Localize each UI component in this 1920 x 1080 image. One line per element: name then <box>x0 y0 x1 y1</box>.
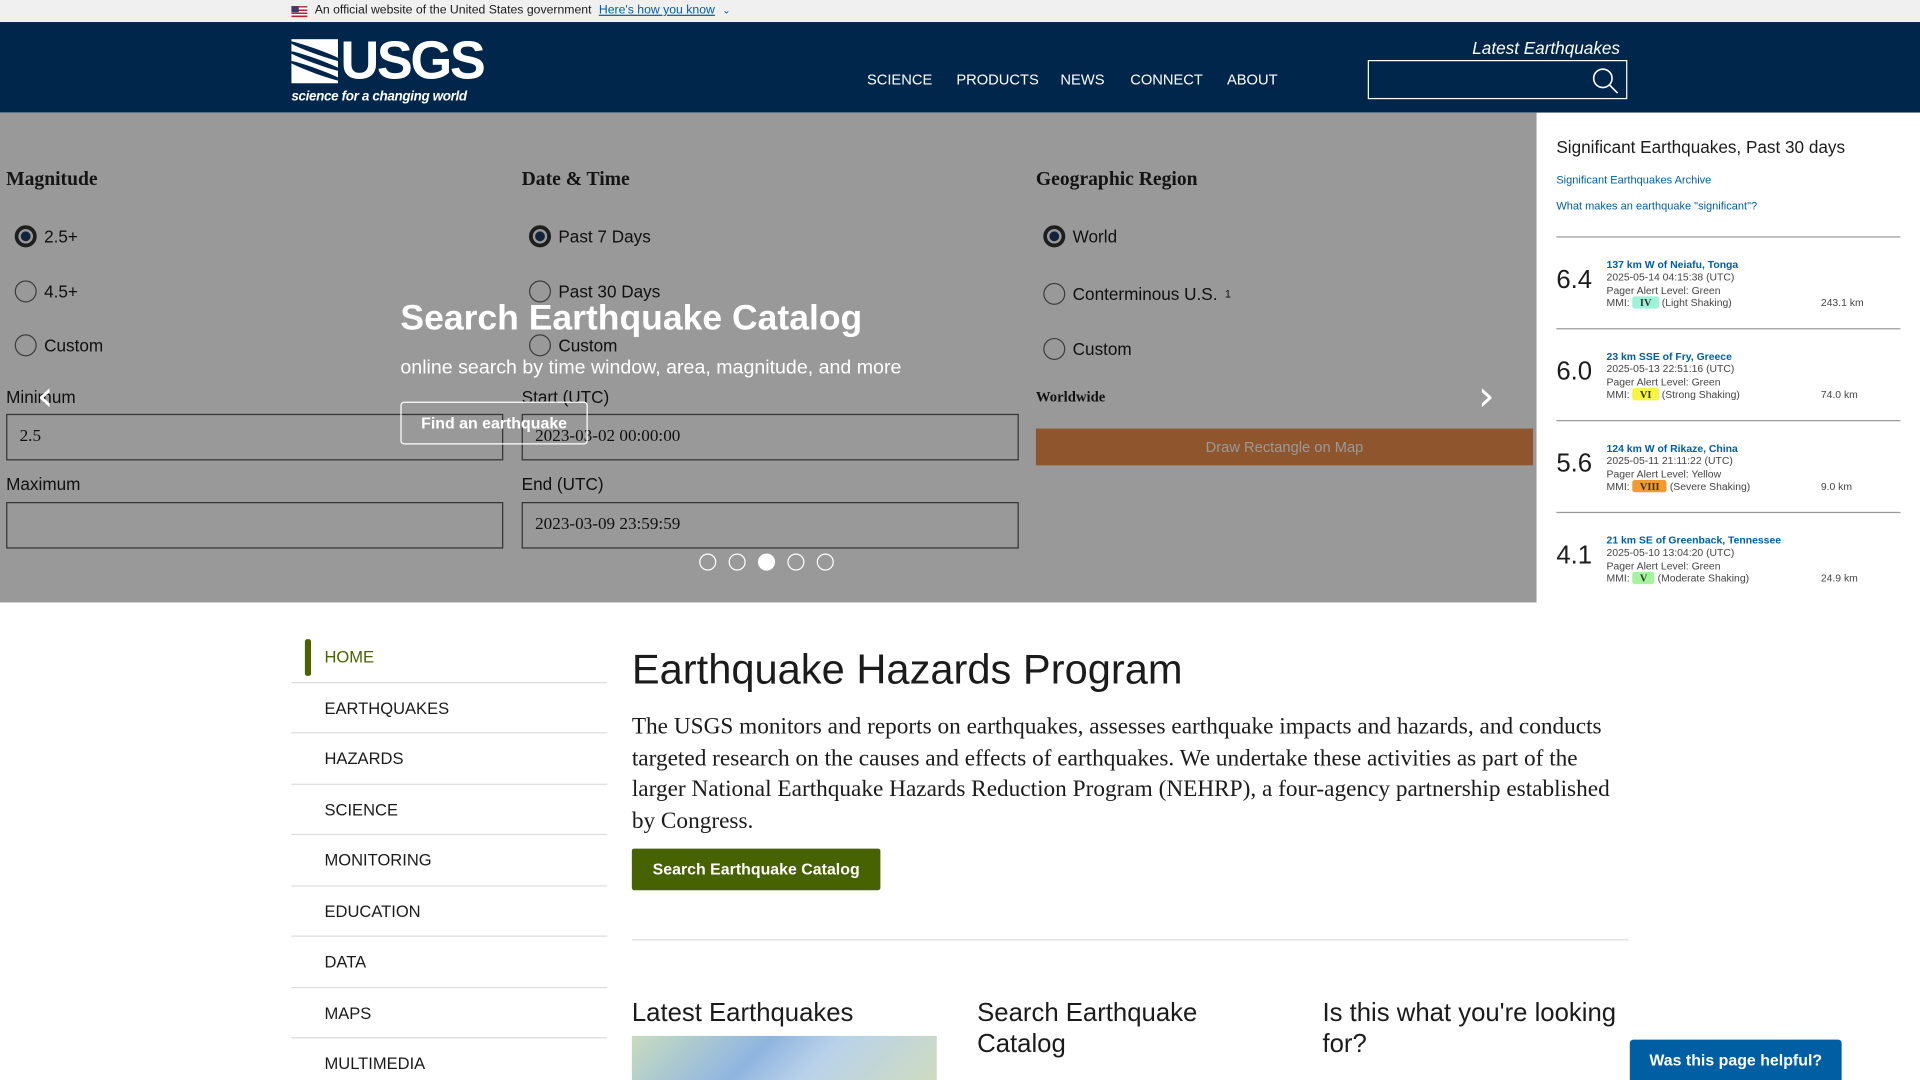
intro-text: The USGS monitors and reports on earthqu… <box>631 713 1610 834</box>
earthquake-title-link[interactable]: 23 km SSE of Fry, Greece <box>1607 350 1901 363</box>
nav-science[interactable]: SCIENCE <box>867 71 932 88</box>
hero-carousel: Magnitude Date & Time Geographic Region … <box>0 112 1537 603</box>
search-catalog-button[interactable]: Search Earthquake Catalog <box>631 849 881 891</box>
mmi-badge: V <box>1632 571 1655 585</box>
search-input[interactable] <box>1367 60 1628 100</box>
earthquake-map-thumbnail[interactable] <box>631 1035 937 1080</box>
page-title: Earthquake Hazards Program <box>631 646 1183 694</box>
chevron-right-icon[interactable]: › <box>1478 372 1495 421</box>
event-time: 2025-05-14 04:15:38 (UTC) <box>1606 270 1735 284</box>
chevron-left-icon[interactable]: ‹ <box>37 372 54 421</box>
slide-dot[interactable] <box>787 553 805 571</box>
sidebar-item-earthquakes[interactable]: EARTHQUAKES <box>291 683 608 734</box>
sidebar-item-data[interactable]: DATA <box>291 937 608 988</box>
sidebar-item-maps[interactable]: MAPS <box>291 988 608 1039</box>
nav-products[interactable]: PRODUCTS <box>956 71 1038 88</box>
depth: 243.1 km <box>1820 296 1864 309</box>
earthquake-item[interactable]: 4.1 21 km SE of Greenback, Tennessee 202… <box>1556 511 1901 604</box>
divider <box>631 939 1629 941</box>
gov-banner-text: An official website of the United States… <box>314 3 592 18</box>
slide-dot[interactable] <box>816 553 834 571</box>
archive-link[interactable]: Significant Earthquakes Archive <box>1556 174 1900 186</box>
pager-level: Pager Alert Level: Green <box>1606 559 1721 572</box>
latest-earthquakes-link[interactable]: Latest Earthquakes <box>1472 38 1620 58</box>
main-content: Earthquake Hazards Program The USGS moni… <box>631 646 1629 891</box>
sidebar-nav: HOME EARTHQUAKES HAZARDS SCIENCE MONITORING E… <box>291 632 608 1080</box>
significant-info-link[interactable]: What makes an earthquake "significant"? <box>1556 200 1900 212</box>
pager-level: Pager Alert Level: Yellow <box>1606 467 1722 480</box>
depth: 74.0 km <box>1820 388 1858 401</box>
slide-subtitle: online search by time window, area, magn… <box>400 357 902 379</box>
chevron-down-icon[interactable]: ⌄ <box>722 0 730 22</box>
depth: 9.0 km <box>1820 480 1853 493</box>
find-earthquake-button[interactable]: Find an earthquake <box>400 401 588 445</box>
us-flag-icon <box>291 5 308 17</box>
slide-title: Search Earthquake Catalog <box>400 298 863 338</box>
magnitude: 6.4 <box>1556 265 1593 294</box>
earthquake-title-link[interactable]: 21 km SE of Greenback, Tennessee <box>1607 534 1901 547</box>
sidebar-item-science[interactable]: SCIENCE <box>291 784 608 836</box>
nav-about[interactable]: ABOUT <box>1227 71 1278 88</box>
magnitude: 4.1 <box>1556 541 1593 570</box>
magnitude: 5.6 <box>1556 449 1593 478</box>
carousel-indicators <box>699 553 834 571</box>
sidebar-item-home[interactable]: HOME <box>291 632 608 683</box>
card-latest-earthquakes[interactable]: Latest Earthquakes <box>631 998 938 1080</box>
panel-title: Significant Earthquakes, Past 30 days <box>1556 137 1846 157</box>
sidebar-item-education[interactable]: EDUCATION <box>291 886 608 937</box>
event-time: 2025-05-13 22:51:16 (UTC) <box>1606 362 1735 376</box>
mmi-badge: IV <box>1632 296 1659 309</box>
depth: 24.9 km <box>1820 571 1858 585</box>
slide-dot[interactable] <box>728 553 746 571</box>
sidebar-item-multimedia[interactable]: MULTIMEDIA <box>291 1038 607 1080</box>
site-header: USGS science for a changing world SCIENC… <box>0 22 1920 113</box>
card-looking-for[interactable]: Is this what you're looking for? <box>1322 998 1628 1059</box>
pager-level: Pager Alert Level: Green <box>1606 375 1721 388</box>
search-icon[interactable] <box>1592 67 1619 94</box>
significant-earthquakes-panel: Significant Earthquakes, Past 30 days Si… <box>1536 112 1920 604</box>
mmi-badge: VI <box>1632 388 1659 401</box>
earthquake-item[interactable]: 6.4 137 km W of Neiafu, Tonga 2025-05-14… <box>1556 236 1901 328</box>
nav-news[interactable]: NEWS <box>1060 71 1104 88</box>
sidebar-item-hazards[interactable]: HAZARDS <box>291 733 608 785</box>
usgs-wave-icon <box>291 39 338 84</box>
slide-dot-active[interactable] <box>757 553 776 571</box>
earthquake-title-link[interactable]: 137 km W of Neiafu, Tonga <box>1607 258 1901 271</box>
earthquake-item[interactable]: 5.6 124 km W of Rikaze, China 2025-05-11… <box>1556 420 1901 512</box>
event-time: 2025-05-11 21:11:22 (UTC) <box>1606 454 1733 467</box>
pager-level: Pager Alert Level: Green <box>1606 283 1721 296</box>
gov-banner: An official website of the United States… <box>0 0 1920 23</box>
event-time: 2025-05-10 13:04:20 (UTC) <box>1606 546 1735 559</box>
usgs-logo[interactable]: USGS science for a changing world <box>291 34 486 104</box>
earthquake-title-link[interactable]: 124 km W of Rikaze, China <box>1607 442 1901 455</box>
magnitude: 6.0 <box>1556 357 1593 386</box>
card-search-catalog[interactable]: Search Earthquake Catalog <box>977 998 1283 1059</box>
sidebar-item-monitoring[interactable]: MONITORING <box>291 835 608 886</box>
heres-how-you-know-link[interactable]: Here's how you know <box>599 0 715 22</box>
page-helpful-button[interactable]: Was this page helpful? <box>1629 1039 1842 1080</box>
mmi-badge: VIII <box>1632 479 1667 493</box>
earthquake-item[interactable]: 6.0 23 km SSE of Fry, Greece 2025-05-13 … <box>1556 328 1901 420</box>
nav-connect[interactable]: CONNECT <box>1130 71 1203 88</box>
slide-dot[interactable] <box>699 553 717 571</box>
